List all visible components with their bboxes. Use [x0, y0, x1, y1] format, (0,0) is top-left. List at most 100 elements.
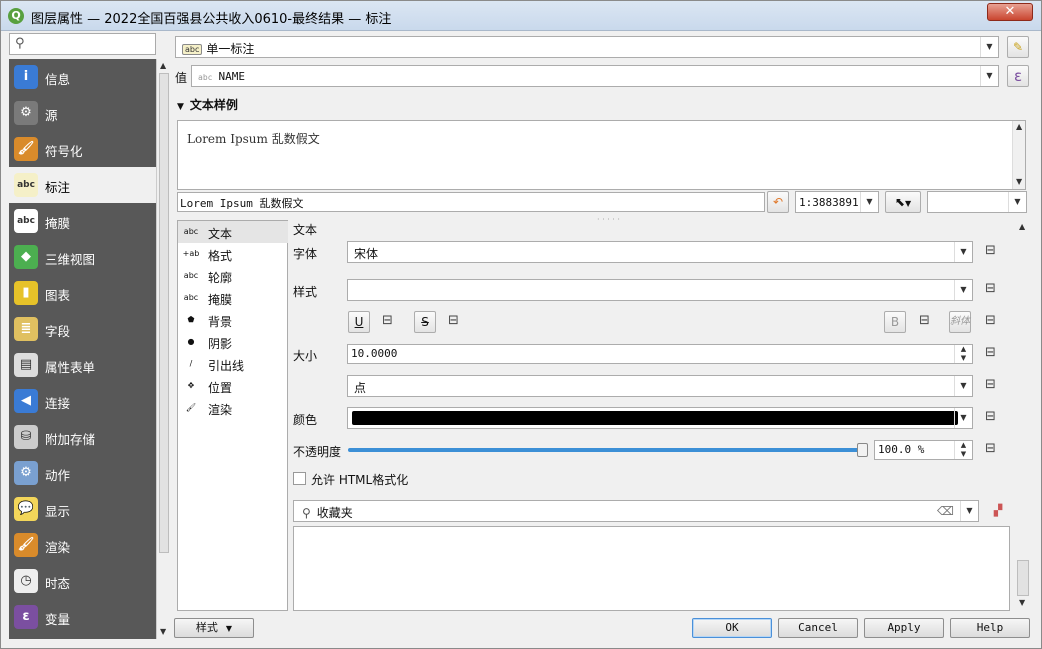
sidebar-item-display[interactable]: 💬 显示	[9, 491, 156, 527]
chevron-down-icon[interactable]: ▼	[954, 376, 972, 396]
clear-icon[interactable]: ⌫	[937, 504, 954, 518]
tab-rendering-tab[interactable]: 🖌 渲染	[178, 397, 288, 419]
chevron-down-icon[interactable]: ▼	[860, 192, 878, 212]
tab-formatting[interactable]: +ab 格式	[178, 243, 288, 265]
chevron-down-icon[interactable]: ▼	[954, 408, 972, 428]
html-formatting-checkbox[interactable]	[293, 472, 306, 485]
data-defined-override-icon[interactable]: ⊟	[985, 243, 1009, 261]
preview-scrollbar[interactable]: ▲ ▼	[1012, 121, 1025, 189]
data-defined-override-icon[interactable]: ⊟	[985, 345, 1009, 363]
label-value-combo[interactable]: abc NAME ▼	[191, 65, 999, 87]
label-toolbar-button[interactable]: ✎	[1007, 36, 1029, 58]
reset-sample-button[interactable]: ↶	[767, 191, 789, 213]
sidebar-item-3d-view[interactable]: ◆ 三维视图	[9, 239, 156, 275]
chevron-down-icon[interactable]: ▼	[960, 501, 978, 521]
sidebar-item-auxiliary-storage[interactable]: ⛁ 附加存储	[9, 419, 156, 455]
data-defined-override-icon[interactable]: ⊟	[382, 313, 406, 331]
scroll-up-icon[interactable]: ▲	[1016, 122, 1022, 131]
splitter-handle[interactable]: · · · · ·	[597, 215, 620, 224]
sidebar-item-actions[interactable]: ⚙ 动作	[9, 455, 156, 491]
opacity-spinbox[interactable]: 100.0 % ▲ ▼	[874, 440, 973, 460]
sidebar-item-symbology[interactable]: 🖌 符号化	[9, 131, 156, 167]
labeling-mode-combo[interactable]: abc 单一标注 ▼	[175, 36, 999, 58]
data-defined-override-icon[interactable]: ⊟	[985, 409, 1009, 427]
strikeout-button[interactable]: S	[414, 311, 436, 333]
opacity-slider-track[interactable]	[348, 448, 868, 452]
label-value-field: NAME	[218, 70, 245, 83]
sidebar-item-attributes-form[interactable]: ▤ 属性表单	[9, 347, 156, 383]
apply-button[interactable]: Apply	[864, 618, 944, 638]
sidebar-item-rendering[interactable]: 🖌 渲染	[9, 527, 156, 563]
cancel-button[interactable]: Cancel	[778, 618, 858, 638]
tab-shadow[interactable]: ● 阴影	[178, 331, 288, 353]
style-combo[interactable]: ▼	[347, 279, 973, 301]
sidebar-item-temporal[interactable]: ◷ 时态	[9, 563, 156, 599]
panel-scroll-thumb[interactable]	[1017, 560, 1029, 596]
sidebar-item-source[interactable]: ⚙ 源	[9, 95, 156, 131]
tab-text[interactable]: abc 文本	[178, 221, 288, 243]
favorites-list[interactable]	[293, 526, 1010, 611]
style-menu-button[interactable]: 样式 ▼	[174, 618, 254, 638]
symbology-icon: 🖌	[14, 137, 38, 161]
chevron-down-icon[interactable]: ▼	[954, 242, 972, 262]
scroll-down-icon[interactable]: ▼	[1016, 177, 1022, 186]
chevron-down-icon[interactable]: ▼	[980, 37, 998, 57]
help-button[interactable]: Help	[950, 618, 1030, 638]
style-manager-button[interactable]: ▞	[987, 500, 1009, 522]
data-defined-override-icon[interactable]: ⊟	[985, 441, 1009, 459]
sidebar-item-label: 字段	[45, 324, 71, 339]
tab-placement[interactable]: ✥ 位置	[178, 375, 288, 397]
data-defined-override-icon[interactable]: ⊟	[985, 377, 1009, 395]
scroll-up-icon[interactable]: ▲	[160, 61, 166, 70]
opacity-slider-handle[interactable]	[857, 443, 868, 457]
panel-scrollbar[interactable]: ▲ ▼	[1016, 220, 1030, 611]
sidebar-item-diagram[interactable]: ▮ 图表	[9, 275, 156, 311]
bold-button[interactable]: B	[884, 311, 906, 333]
scroll-down-icon[interactable]: ▼	[1019, 598, 1025, 607]
underline-button[interactable]: U	[348, 311, 370, 333]
sidebar-item-label: 符号化	[45, 144, 83, 159]
sidebar-item-mask[interactable]: abc 掩膜	[9, 203, 156, 239]
size-unit-combo[interactable]: 点 ▼	[347, 375, 973, 397]
size-spinbox[interactable]: 10.0000 ▲ ▼	[347, 344, 973, 364]
close-button[interactable]: ✕	[987, 3, 1033, 21]
font-combo[interactable]: 宋体 ▼	[347, 241, 973, 263]
chevron-down-icon[interactable]: ▼	[954, 280, 972, 300]
scroll-up-icon[interactable]: ▲	[1019, 222, 1025, 231]
spin-arrows-icon[interactable]: ▲ ▼	[954, 441, 972, 459]
chevron-down-icon[interactable]: ▼	[1008, 192, 1026, 212]
expression-button[interactable]: ε	[1007, 65, 1029, 87]
italic-button[interactable]: 斜体	[949, 311, 971, 333]
chevron-down-icon[interactable]: ▼	[980, 66, 998, 86]
sidebar-search-input[interactable]: ⚲	[9, 33, 156, 55]
sidebar-item-info[interactable]: i 信息	[9, 59, 156, 95]
spin-arrows-icon[interactable]: ▲ ▼	[954, 345, 972, 363]
data-defined-override-icon[interactable]: ⊟	[448, 313, 472, 331]
text-sample-header[interactable]: ▼ 文本样例	[177, 96, 238, 113]
tab-callouts[interactable]: / 引出线	[178, 353, 288, 375]
data-defined-override-icon[interactable]: ⊟	[985, 313, 1009, 331]
collapse-triangle-icon[interactable]: ▼	[177, 102, 184, 112]
tab-buffer[interactable]: abc 轮廓	[178, 265, 288, 287]
sample-text-input[interactable]: Lorem Ipsum 乱数假文	[177, 192, 765, 212]
sidebar-item-fields[interactable]: ≣ 字段	[9, 311, 156, 347]
sidebar-item-label: 渲染	[45, 540, 71, 555]
data-defined-override-icon[interactable]: ⊟	[985, 281, 1009, 299]
scale-combo[interactable]: 1:3883891 ▼	[795, 191, 879, 213]
style-favorites-search[interactable]: ⚲ 收藏夹 ⌫ ▼	[293, 500, 979, 522]
3d-view-icon: ◆	[14, 245, 38, 269]
sidebar-scroll-thumb[interactable]	[159, 73, 169, 553]
sidebar-item-joins[interactable]: ◀ 连接	[9, 383, 156, 419]
data-defined-override-icon[interactable]: ⊟	[919, 313, 943, 331]
background-color-combo[interactable]: ▼	[927, 191, 1027, 213]
map-canvas-preview-button[interactable]: ⬉▼	[885, 191, 921, 213]
sidebar-scrollbar[interactable]: ▲ ▼	[156, 59, 170, 639]
sidebar-item-variables[interactable]: ε 变量	[9, 599, 156, 635]
color-button[interactable]: ▼	[347, 407, 973, 429]
tab-mask-tab[interactable]: abc 掩膜	[178, 287, 288, 309]
tab-background[interactable]: ⬟ 背景	[178, 309, 288, 331]
ok-button[interactable]: OK	[692, 618, 772, 638]
sidebar-item-labels[interactable]: abc 标注	[9, 167, 156, 203]
scroll-down-icon[interactable]: ▼	[160, 627, 166, 636]
sidebar-item-label: 源	[45, 108, 58, 123]
